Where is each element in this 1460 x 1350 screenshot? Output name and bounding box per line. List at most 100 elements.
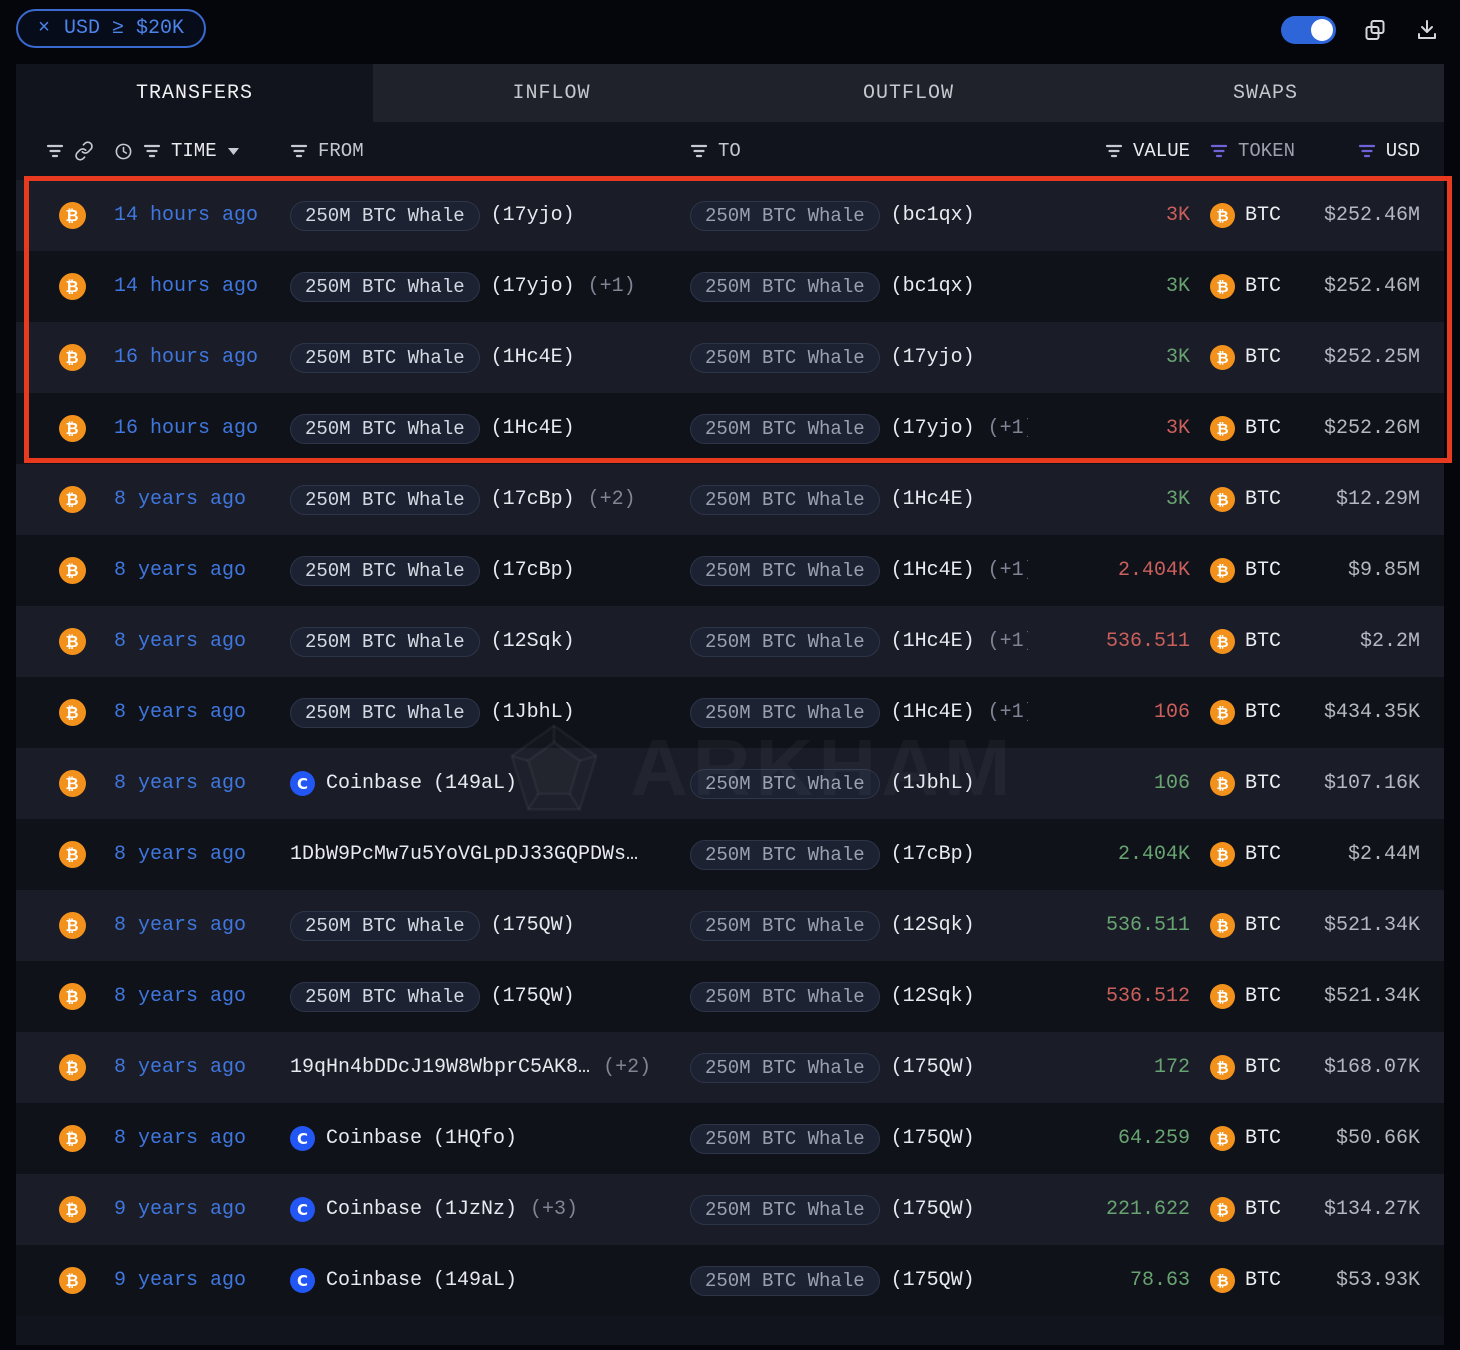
address-short[interactable]: (bc1qx) — [891, 275, 975, 298]
entity-tag[interactable]: 250M BTC Whale — [690, 272, 880, 302]
entity-tag[interactable]: 250M BTC Whale — [690, 911, 880, 941]
table-row[interactable]: ₿8 years ago19qHn4bDDcJ19W8WbprC5AK8… (+… — [16, 1032, 1444, 1103]
address-short[interactable]: (17yjo) — [891, 417, 975, 440]
address-short[interactable]: (1Hc4E) — [891, 488, 975, 511]
entity-name[interactable]: Coinbase — [326, 1198, 422, 1221]
entity-tag[interactable]: 250M BTC Whale — [690, 1195, 880, 1225]
filter-icon[interactable] — [143, 144, 161, 158]
table-row[interactable]: ₿16 hours ago250M BTC Whale(1Hc4E)250M B… — [16, 322, 1444, 393]
chevron-down-icon[interactable] — [227, 147, 240, 156]
entity-tag[interactable]: 250M BTC Whale — [690, 627, 880, 657]
table-row[interactable]: ₿9 years agoCCoinbase(1JzNz)(+3)250M BTC… — [16, 1174, 1444, 1245]
chip-close-icon[interactable]: × — [38, 19, 50, 39]
table-row[interactable]: ₿8 years ago250M BTC Whale(17cBp)250M BT… — [16, 535, 1444, 606]
address-short[interactable]: (17yjo) — [491, 204, 575, 227]
cell-time[interactable]: 14 hours ago — [114, 275, 290, 298]
address-short[interactable]: (17yjo) — [891, 346, 975, 369]
header-value[interactable]: VALUE — [1028, 140, 1190, 162]
entity-name[interactable]: Coinbase — [326, 772, 422, 795]
entity-tag[interactable]: 250M BTC Whale — [690, 556, 880, 586]
address-short[interactable]: (1JzNz) — [433, 1198, 517, 1221]
counterparty-extra[interactable]: (+3) — [530, 1198, 578, 1221]
address-short[interactable]: (175QW) — [891, 1198, 975, 1221]
filter-icon-active[interactable] — [1358, 144, 1376, 158]
filter-chip[interactable]: × USD ≥ $20K — [16, 9, 206, 48]
tab-swaps[interactable]: SWAPS — [1087, 64, 1444, 122]
cell-time[interactable]: 8 years ago — [114, 1056, 290, 1079]
tab-outflow[interactable]: OUTFLOW — [730, 64, 1087, 122]
link-icon[interactable] — [74, 141, 94, 161]
cell-time[interactable]: 8 years ago — [114, 985, 290, 1008]
entity-tag[interactable]: 250M BTC Whale — [690, 769, 880, 799]
table-row[interactable]: ₿8 years ago250M BTC Whale(12Sqk)250M BT… — [16, 606, 1444, 677]
address-short[interactable]: (1JbhL) — [891, 772, 975, 795]
header-to[interactable]: TO — [690, 140, 1028, 162]
filter-icon[interactable] — [46, 144, 64, 158]
address-full[interactable]: 1DbW9PcMw7u5YoVGLpDJ33GQPDWs… — [290, 843, 638, 866]
cell-time[interactable]: 14 hours ago — [114, 204, 290, 227]
filter-icon[interactable] — [690, 144, 708, 158]
entity-tag[interactable]: 250M BTC Whale — [690, 1053, 880, 1083]
address-short[interactable]: (12Sqk) — [891, 985, 975, 1008]
entity-tag[interactable]: 250M BTC Whale — [690, 982, 880, 1012]
table-row[interactable]: ₿8 years agoCCoinbase(1HQfo)250M BTC Wha… — [16, 1103, 1444, 1174]
table-row[interactable]: ₿9 years agoCCoinbase(149aL)250M BTC Wha… — [16, 1245, 1444, 1316]
cell-time[interactable]: 8 years ago — [114, 843, 290, 866]
counterparty-extra[interactable]: (+2) — [588, 488, 636, 511]
entity-tag[interactable]: 250M BTC Whale — [690, 201, 880, 231]
entity-tag[interactable]: 250M BTC Whale — [290, 982, 480, 1012]
entity-tag[interactable]: 250M BTC Whale — [690, 414, 880, 444]
header-from[interactable]: FROM — [290, 140, 690, 162]
header-usd[interactable]: USD — [1308, 140, 1420, 162]
entity-tag[interactable]: 250M BTC Whale — [290, 272, 480, 302]
address-short[interactable]: (12Sqk) — [891, 914, 975, 937]
table-row[interactable]: ₿8 years ago250M BTC Whale(17cBp)(+2)250… — [16, 464, 1444, 535]
address-short[interactable]: (1Hc4E) — [491, 346, 575, 369]
filter-icon[interactable] — [290, 144, 308, 158]
counterparty-extra[interactable]: (+1) — [988, 559, 1028, 582]
tab-inflow[interactable]: INFLOW — [373, 64, 730, 122]
address-full[interactable]: 19qHn4bDDcJ19W8WbprC5AK8… — [290, 1056, 590, 1079]
counterparty-extra[interactable]: (+1) — [988, 701, 1028, 724]
address-short[interactable]: (bc1qx) — [891, 204, 975, 227]
filter-icon-active[interactable] — [1210, 144, 1228, 158]
address-short[interactable]: (1Hc4E) — [891, 630, 975, 653]
counterparty-extra[interactable]: (+1) — [988, 417, 1028, 440]
address-short[interactable]: (149aL) — [433, 772, 517, 795]
table-row[interactable]: ₿14 hours ago250M BTC Whale(17yjo)250M B… — [16, 180, 1444, 251]
counterparty-extra[interactable]: (+2) — [603, 1056, 651, 1079]
cell-time[interactable]: 8 years ago — [114, 1127, 290, 1150]
address-short[interactable]: (1Hc4E) — [491, 417, 575, 440]
entity-tag[interactable]: 250M BTC Whale — [690, 485, 880, 515]
table-row[interactable]: ₿8 years ago1DbW9PcMw7u5YoVGLpDJ33GQPDWs… — [16, 819, 1444, 890]
address-short[interactable]: (175QW) — [491, 914, 575, 937]
address-short[interactable]: (17yjo) — [491, 275, 575, 298]
address-short[interactable]: (175QW) — [891, 1056, 975, 1079]
copy-button[interactable] — [1362, 17, 1388, 43]
cell-time[interactable]: 16 hours ago — [114, 346, 290, 369]
table-row[interactable]: ₿8 years agoCCoinbase(149aL)250M BTC Wha… — [16, 748, 1444, 819]
cell-time[interactable]: 16 hours ago — [114, 417, 290, 440]
address-short[interactable]: (1Hc4E) — [891, 701, 975, 724]
entity-tag[interactable]: 250M BTC Whale — [290, 698, 480, 728]
cell-time[interactable]: 8 years ago — [114, 559, 290, 582]
header-time[interactable]: TIME — [114, 140, 290, 162]
cell-time[interactable]: 8 years ago — [114, 630, 290, 653]
header-token[interactable]: TOKEN — [1190, 140, 1308, 162]
table-row[interactable]: ₿16 hours ago250M BTC Whale(1Hc4E)250M B… — [16, 393, 1444, 464]
cell-time[interactable]: 8 years ago — [114, 488, 290, 511]
counterparty-extra[interactable]: (+1) — [588, 275, 636, 298]
cell-time[interactable]: 9 years ago — [114, 1198, 290, 1221]
address-short[interactable]: (175QW) — [891, 1269, 975, 1292]
address-short[interactable]: (175QW) — [491, 985, 575, 1008]
tab-transfers[interactable]: TRANSFERS — [16, 64, 373, 122]
address-short[interactable]: (175QW) — [891, 1127, 975, 1150]
address-short[interactable]: (1Hc4E) — [891, 559, 975, 582]
entity-tag[interactable]: 250M BTC Whale — [290, 201, 480, 231]
entity-tag[interactable]: 250M BTC Whale — [290, 911, 480, 941]
usd-toggle[interactable] — [1281, 16, 1336, 44]
table-row[interactable]: ₿8 years ago250M BTC Whale(175QW)250M BT… — [16, 961, 1444, 1032]
entity-name[interactable]: Coinbase — [326, 1127, 422, 1150]
address-short[interactable]: (149aL) — [433, 1269, 517, 1292]
entity-tag[interactable]: 250M BTC Whale — [690, 840, 880, 870]
